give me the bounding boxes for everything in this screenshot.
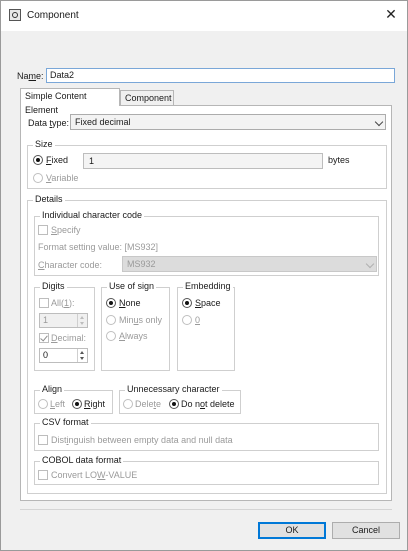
use-of-sign-group: Use of sign None Minus only Always — [101, 281, 170, 371]
fixed-radio[interactable] — [33, 155, 43, 165]
decimal-spinner[interactable]: 0 — [39, 348, 88, 363]
digits-group: Digits All(1): 1 Decimal: 0 — [34, 281, 95, 371]
sign-minus-only-label: Minus only — [119, 315, 163, 325]
format-setting-label: Format setting value: [MS932] — [38, 242, 159, 252]
align-right-radio[interactable] — [72, 399, 82, 409]
align-group: Align Left Right — [34, 384, 113, 414]
chevron-down-icon — [374, 117, 384, 127]
tab-component[interactable]: Component — [120, 90, 174, 105]
name-input[interactable]: Data2 — [46, 68, 395, 83]
ok-button[interactable]: OK — [258, 522, 326, 539]
use-of-sign-title: Use of sign — [107, 281, 157, 291]
sign-none-label: None — [119, 298, 141, 308]
all-digits-label: All(1): — [51, 298, 75, 308]
embedding-zero-radio[interactable] — [182, 315, 192, 325]
close-icon[interactable]: ✕ — [383, 6, 399, 22]
all-digits-spinner[interactable]: 1 — [39, 313, 88, 328]
details-group: Details Individual character code Specif… — [27, 194, 387, 494]
do-not-delete-label: Do not delete — [181, 399, 235, 409]
details-title: Details — [33, 194, 65, 204]
footer-divider — [20, 509, 392, 510]
unnecessary-character-group: Unnecessary character Delete Do not dele… — [119, 384, 241, 414]
all-digits-checkbox[interactable] — [39, 298, 49, 308]
convert-low-value-label: Convert LOW-VALUE — [51, 470, 138, 480]
specify-checkbox[interactable] — [38, 225, 48, 235]
variable-radio[interactable] — [33, 173, 43, 183]
embedding-space-label: Space — [195, 298, 221, 308]
variable-label: Variable — [46, 173, 79, 183]
sign-always-radio[interactable] — [106, 331, 116, 341]
decimal-checkbox[interactable] — [39, 333, 49, 343]
chevron-down-icon — [365, 259, 375, 269]
decimal-label: Decimal: — [51, 333, 87, 343]
align-left-radio[interactable] — [38, 399, 48, 409]
data-type-label: Data type: — [28, 118, 70, 128]
embedding-group: Embedding Space 0 — [177, 281, 235, 371]
unnecessary-character-title: Unnecessary character — [125, 384, 222, 394]
size-title: Size — [33, 139, 55, 149]
bytes-label: bytes — [328, 155, 350, 165]
embedding-zero-label: 0 — [195, 315, 201, 325]
csv-format-group: CSV format Distinguish between empty dat… — [34, 417, 379, 451]
align-left-label: Left — [50, 399, 66, 409]
convert-low-value-checkbox[interactable] — [38, 470, 48, 480]
do-not-delete-radio[interactable] — [169, 399, 179, 409]
title-bar: Component ✕ — [1, 1, 407, 31]
data-type-select[interactable]: Fixed decimal — [70, 114, 386, 130]
spinner-arrows-icon[interactable] — [77, 314, 87, 327]
sign-none-radio[interactable] — [106, 298, 116, 308]
align-right-label: Right — [84, 399, 106, 409]
spinner-arrows-icon[interactable] — [77, 349, 87, 362]
size-group: Size Fixed 1 bytes Variable — [27, 139, 387, 189]
window-title: Component — [27, 10, 79, 21]
tab-panel: Data type: Fixed decimal Size Fixed 1 by… — [20, 105, 392, 501]
cancel-button[interactable]: Cancel — [332, 522, 400, 539]
component-dialog: Component ✕ Name: Data2 Simple Content E… — [0, 0, 408, 551]
delete-label: Delete — [135, 399, 162, 409]
specify-label: Specify — [51, 225, 81, 235]
digits-title: Digits — [40, 281, 67, 291]
name-label: Name: — [17, 71, 44, 81]
individual-character-code-group: Individual character code Specify Format… — [34, 210, 379, 276]
icc-title: Individual character code — [40, 210, 145, 220]
align-title: Align — [40, 384, 65, 394]
tab-simple-content-element[interactable]: Simple Content Element — [20, 88, 120, 115]
delete-radio[interactable] — [123, 399, 133, 409]
embedding-space-radio[interactable] — [182, 298, 192, 308]
embedding-title: Embedding — [183, 281, 233, 291]
fixed-size-input[interactable]: 1 — [83, 153, 323, 169]
fixed-label: Fixed — [46, 155, 69, 165]
character-code-select[interactable]: MS932 — [122, 256, 377, 272]
cobol-data-format-group: COBOL data format Convert LOW-VALUE — [34, 455, 379, 485]
distinguish-checkbox[interactable] — [38, 435, 48, 445]
sign-always-label: Always — [119, 331, 148, 341]
distinguish-label: Distinguish between empty data and null … — [51, 435, 233, 445]
app-icon — [9, 9, 21, 21]
csv-format-title: CSV format — [40, 417, 91, 427]
cobol-data-format-title: COBOL data format — [40, 455, 124, 465]
sign-minus-only-radio[interactable] — [106, 315, 116, 325]
character-code-label: Character code: — [38, 260, 103, 270]
